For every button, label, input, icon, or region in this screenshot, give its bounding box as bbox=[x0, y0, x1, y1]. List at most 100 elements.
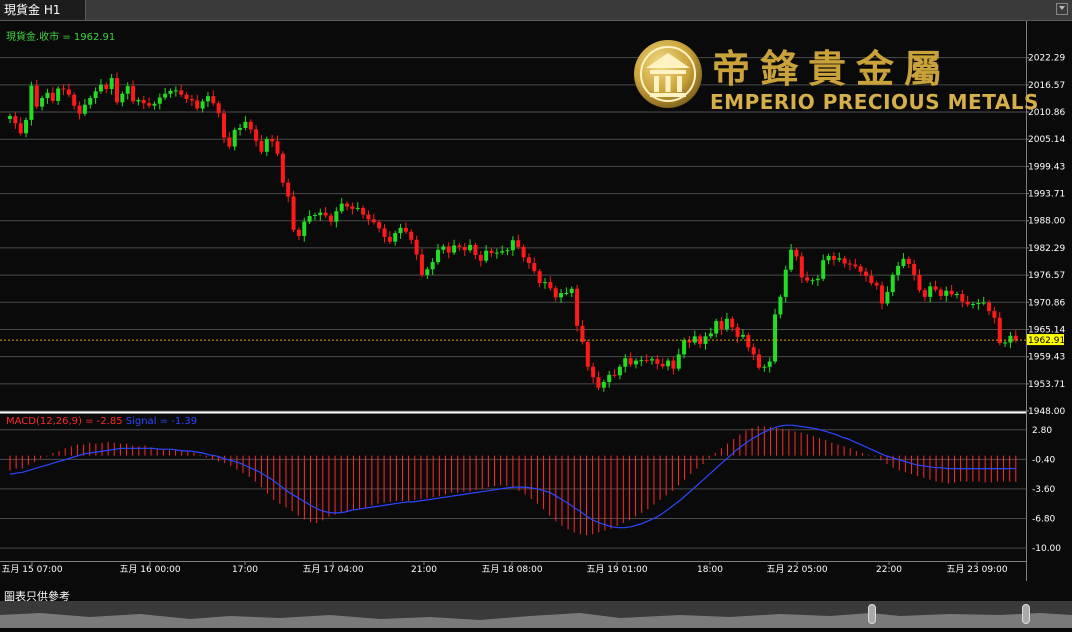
candle-body bbox=[880, 285, 885, 304]
candle-body bbox=[227, 137, 232, 147]
candle-body bbox=[639, 360, 644, 362]
candle-body bbox=[120, 93, 125, 103]
logo-english: EMPERIO PRECIOUS METALS bbox=[710, 90, 1039, 114]
candle-body bbox=[992, 311, 997, 318]
candle-body bbox=[521, 246, 526, 258]
logo-chinese: 帝鋒貴金屬 bbox=[712, 46, 953, 91]
candle-body bbox=[366, 214, 371, 220]
price-tick-label: 1982.29 bbox=[1028, 244, 1065, 254]
price-tick-label: 1953.71 bbox=[1028, 380, 1065, 390]
candle-body bbox=[40, 98, 45, 107]
candle-body bbox=[885, 292, 890, 304]
candle-body bbox=[50, 92, 55, 101]
candle-body bbox=[93, 91, 98, 99]
navigator-left-handle[interactable] bbox=[868, 604, 876, 624]
candle-body bbox=[61, 88, 66, 90]
candle-body bbox=[243, 121, 248, 128]
candle-body bbox=[232, 129, 237, 147]
candle-body bbox=[441, 246, 446, 250]
candle-body bbox=[730, 318, 735, 328]
candle-body bbox=[516, 240, 521, 247]
signal-value: Signal = -1.39 bbox=[125, 416, 198, 427]
candle-body bbox=[457, 245, 462, 247]
candle-body bbox=[345, 203, 350, 207]
candle-body bbox=[944, 290, 949, 296]
candle-body bbox=[917, 274, 922, 291]
candle-body bbox=[575, 288, 580, 326]
candle-body bbox=[371, 219, 376, 223]
candle-body bbox=[596, 377, 601, 388]
candle-body bbox=[205, 96, 210, 102]
candle-body bbox=[222, 113, 226, 138]
candle-body bbox=[831, 255, 836, 260]
candle-body bbox=[612, 374, 617, 376]
candle-body bbox=[29, 85, 34, 120]
time-tick-label: 五月 15 07:00 bbox=[1, 564, 62, 575]
candle-body bbox=[318, 212, 323, 216]
chart-navigator[interactable] bbox=[0, 601, 1072, 628]
candle-body bbox=[526, 257, 531, 264]
candle-body bbox=[564, 293, 569, 295]
candle-body bbox=[329, 215, 333, 222]
time-tick-label: 五月 18 08:00 bbox=[481, 564, 542, 575]
candle-body bbox=[409, 231, 414, 240]
chart-tab[interactable]: 現貨金 H1 bbox=[0, 0, 86, 20]
candle-body bbox=[473, 245, 478, 255]
time-tick-label: 五月 17 04:00 bbox=[302, 564, 363, 575]
candle-body bbox=[837, 258, 842, 260]
candle-body bbox=[478, 254, 483, 261]
price-tick-label: 1976.57 bbox=[1028, 271, 1065, 281]
candle-body bbox=[425, 269, 430, 275]
candle-body bbox=[896, 265, 901, 275]
candle-body bbox=[842, 258, 847, 264]
candle-body bbox=[591, 366, 596, 378]
price-tick-label: 1999.43 bbox=[1028, 162, 1065, 172]
candle-body bbox=[660, 363, 665, 367]
macd-tick-label: 2.80 bbox=[1032, 426, 1052, 436]
candle-body bbox=[928, 286, 933, 297]
candle-body bbox=[783, 269, 788, 297]
candle-body bbox=[569, 288, 574, 294]
candle-body bbox=[484, 250, 489, 261]
macd-tick-label: -10.00 bbox=[1032, 544, 1061, 554]
candle-body bbox=[650, 359, 654, 361]
candle-body bbox=[307, 215, 312, 222]
candle-body bbox=[740, 334, 745, 337]
candle-body bbox=[714, 321, 719, 334]
collapse-icon[interactable] bbox=[1056, 3, 1068, 15]
candle-body bbox=[179, 90, 184, 95]
candle-body bbox=[692, 336, 697, 343]
candle-body bbox=[682, 340, 687, 355]
navigator-right-handle[interactable] bbox=[1022, 604, 1030, 624]
candle-body bbox=[676, 354, 681, 369]
candle-body bbox=[200, 101, 205, 109]
candle-body bbox=[987, 302, 992, 312]
candle-body bbox=[419, 254, 424, 275]
candle-body bbox=[938, 289, 943, 296]
candle-body bbox=[462, 246, 467, 251]
candle-body bbox=[773, 314, 778, 362]
candle-body bbox=[312, 215, 317, 217]
candle-body bbox=[168, 90, 173, 94]
candle-body bbox=[393, 233, 398, 242]
candle-body bbox=[949, 290, 954, 295]
time-tick-label: 五月 16 00:00 bbox=[119, 564, 180, 575]
candle-body bbox=[248, 121, 253, 130]
candle-body bbox=[954, 293, 959, 295]
candle-body bbox=[505, 250, 510, 252]
candle-body bbox=[997, 317, 1002, 343]
candle-body bbox=[211, 96, 216, 104]
candle-body bbox=[644, 360, 649, 362]
candle-body bbox=[543, 282, 547, 284]
candle-body bbox=[858, 266, 863, 272]
candle-body bbox=[109, 78, 114, 89]
candle-body bbox=[746, 334, 751, 348]
candle-body bbox=[1013, 335, 1018, 341]
candle-body bbox=[666, 360, 671, 367]
candle-body bbox=[559, 293, 564, 298]
candle-body bbox=[259, 140, 264, 152]
time-axis: 五月 15 07:00 五月 16 00:00 17:00 五月 17 04:00 21… bbox=[1, 564, 1007, 575]
candle-body bbox=[34, 85, 39, 107]
candle-body bbox=[24, 119, 29, 134]
candle-body bbox=[623, 358, 628, 367]
